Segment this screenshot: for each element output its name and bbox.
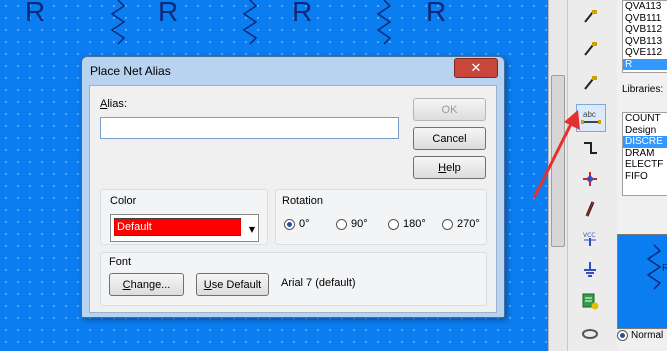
list-item[interactable]: R bbox=[623, 58, 667, 70]
list-item[interactable]: QVB112 bbox=[623, 24, 667, 36]
normal-option[interactable]: Normal bbox=[617, 330, 663, 341]
svg-text:VCC: VCC bbox=[583, 232, 595, 239]
alias-label: Alias: bbox=[100, 98, 127, 110]
rotation-180-radio[interactable] bbox=[388, 218, 399, 230]
place-net-alias-dialog: Place Net Alias ✕ Alias: OK Cancel Help … bbox=[81, 56, 505, 318]
list-item[interactable]: QVB111 bbox=[623, 13, 667, 25]
rotation-270[interactable]: 270° bbox=[442, 218, 480, 230]
rotation-180-label: 180° bbox=[403, 218, 426, 230]
list-item[interactable]: DRAM bbox=[623, 148, 667, 160]
cancel-button[interactable]: Cancel bbox=[413, 127, 486, 150]
rotation-0-radio[interactable] bbox=[284, 218, 295, 230]
list-item[interactable]: QVB113 bbox=[623, 36, 667, 48]
normal-label: Normal bbox=[631, 330, 664, 341]
dialog-title: Place Net Alias bbox=[90, 64, 171, 78]
change-font-button[interactable]: Change... bbox=[109, 273, 184, 296]
ok-button[interactable]: OK bbox=[413, 98, 486, 121]
place-power-icon[interactable]: VCC bbox=[576, 226, 604, 252]
list-item[interactable]: QVA113 bbox=[623, 1, 667, 13]
alias-input[interactable] bbox=[100, 117, 399, 139]
rotation-90-label: 90° bbox=[351, 218, 368, 230]
color-dropdown[interactable]: Default ▼ bbox=[110, 214, 259, 242]
resistor-label: R bbox=[292, 0, 313, 27]
list-item[interactable]: Design bbox=[623, 125, 667, 137]
help-button[interactable]: Help bbox=[413, 156, 486, 179]
dialog-body: Alias: OK Cancel Help Color Default ▼ Ro… bbox=[89, 85, 497, 313]
list-item[interactable]: COUNT bbox=[623, 113, 667, 125]
svg-text:R: R bbox=[662, 263, 667, 274]
chevron-down-icon[interactable]: ▼ bbox=[249, 225, 255, 234]
place-sheet-symbol-icon[interactable] bbox=[576, 288, 604, 314]
rotation-90[interactable]: 90° bbox=[336, 218, 368, 230]
list-item[interactable]: FIFO bbox=[623, 171, 667, 183]
rotation-180[interactable]: 180° bbox=[388, 218, 426, 230]
place-bus-entry-icon[interactable] bbox=[576, 4, 604, 30]
list-item[interactable]: QVE112 bbox=[623, 47, 667, 59]
rotation-0[interactable]: 0° bbox=[284, 218, 310, 230]
rotation-270-label: 270° bbox=[457, 218, 480, 230]
rotation-label: Rotation bbox=[282, 195, 323, 207]
parts-list[interactable]: QVA113 QVB111 QVB112 QVB113 QVE112 R bbox=[622, 0, 667, 73]
rotation-0-label: 0° bbox=[299, 218, 310, 230]
close-button[interactable]: ✕ bbox=[454, 58, 498, 78]
libraries-list[interactable]: COUNT Design DISCRE DRAM ELECTF FIFO bbox=[622, 112, 667, 196]
color-label: Color bbox=[110, 195, 137, 207]
resistor-label: R bbox=[25, 0, 46, 27]
rotation-90-radio[interactable] bbox=[336, 218, 347, 230]
color-value: Default bbox=[114, 218, 241, 236]
place-bus-tool-icon[interactable] bbox=[576, 320, 604, 346]
list-item[interactable]: ELECTF bbox=[623, 159, 667, 171]
list-item[interactable]: DISCRE bbox=[623, 136, 667, 148]
place-wire-icon[interactable] bbox=[576, 36, 604, 62]
libraries-label: Libraries: bbox=[622, 84, 664, 95]
part-preview: R bbox=[617, 234, 667, 329]
normal-radio[interactable] bbox=[617, 330, 628, 341]
resistor-label: R bbox=[158, 0, 179, 27]
font-label: Font bbox=[109, 256, 132, 268]
use-default-font-button[interactable]: Use Default bbox=[196, 273, 269, 296]
place-ground-icon[interactable] bbox=[576, 256, 604, 282]
font-value: Arial 7 (default) bbox=[281, 277, 356, 289]
resistor-label: R bbox=[426, 0, 447, 27]
rotation-270-radio[interactable] bbox=[442, 218, 453, 230]
place-bus-icon[interactable] bbox=[576, 70, 604, 96]
annotation-arrow-icon bbox=[532, 110, 580, 199]
